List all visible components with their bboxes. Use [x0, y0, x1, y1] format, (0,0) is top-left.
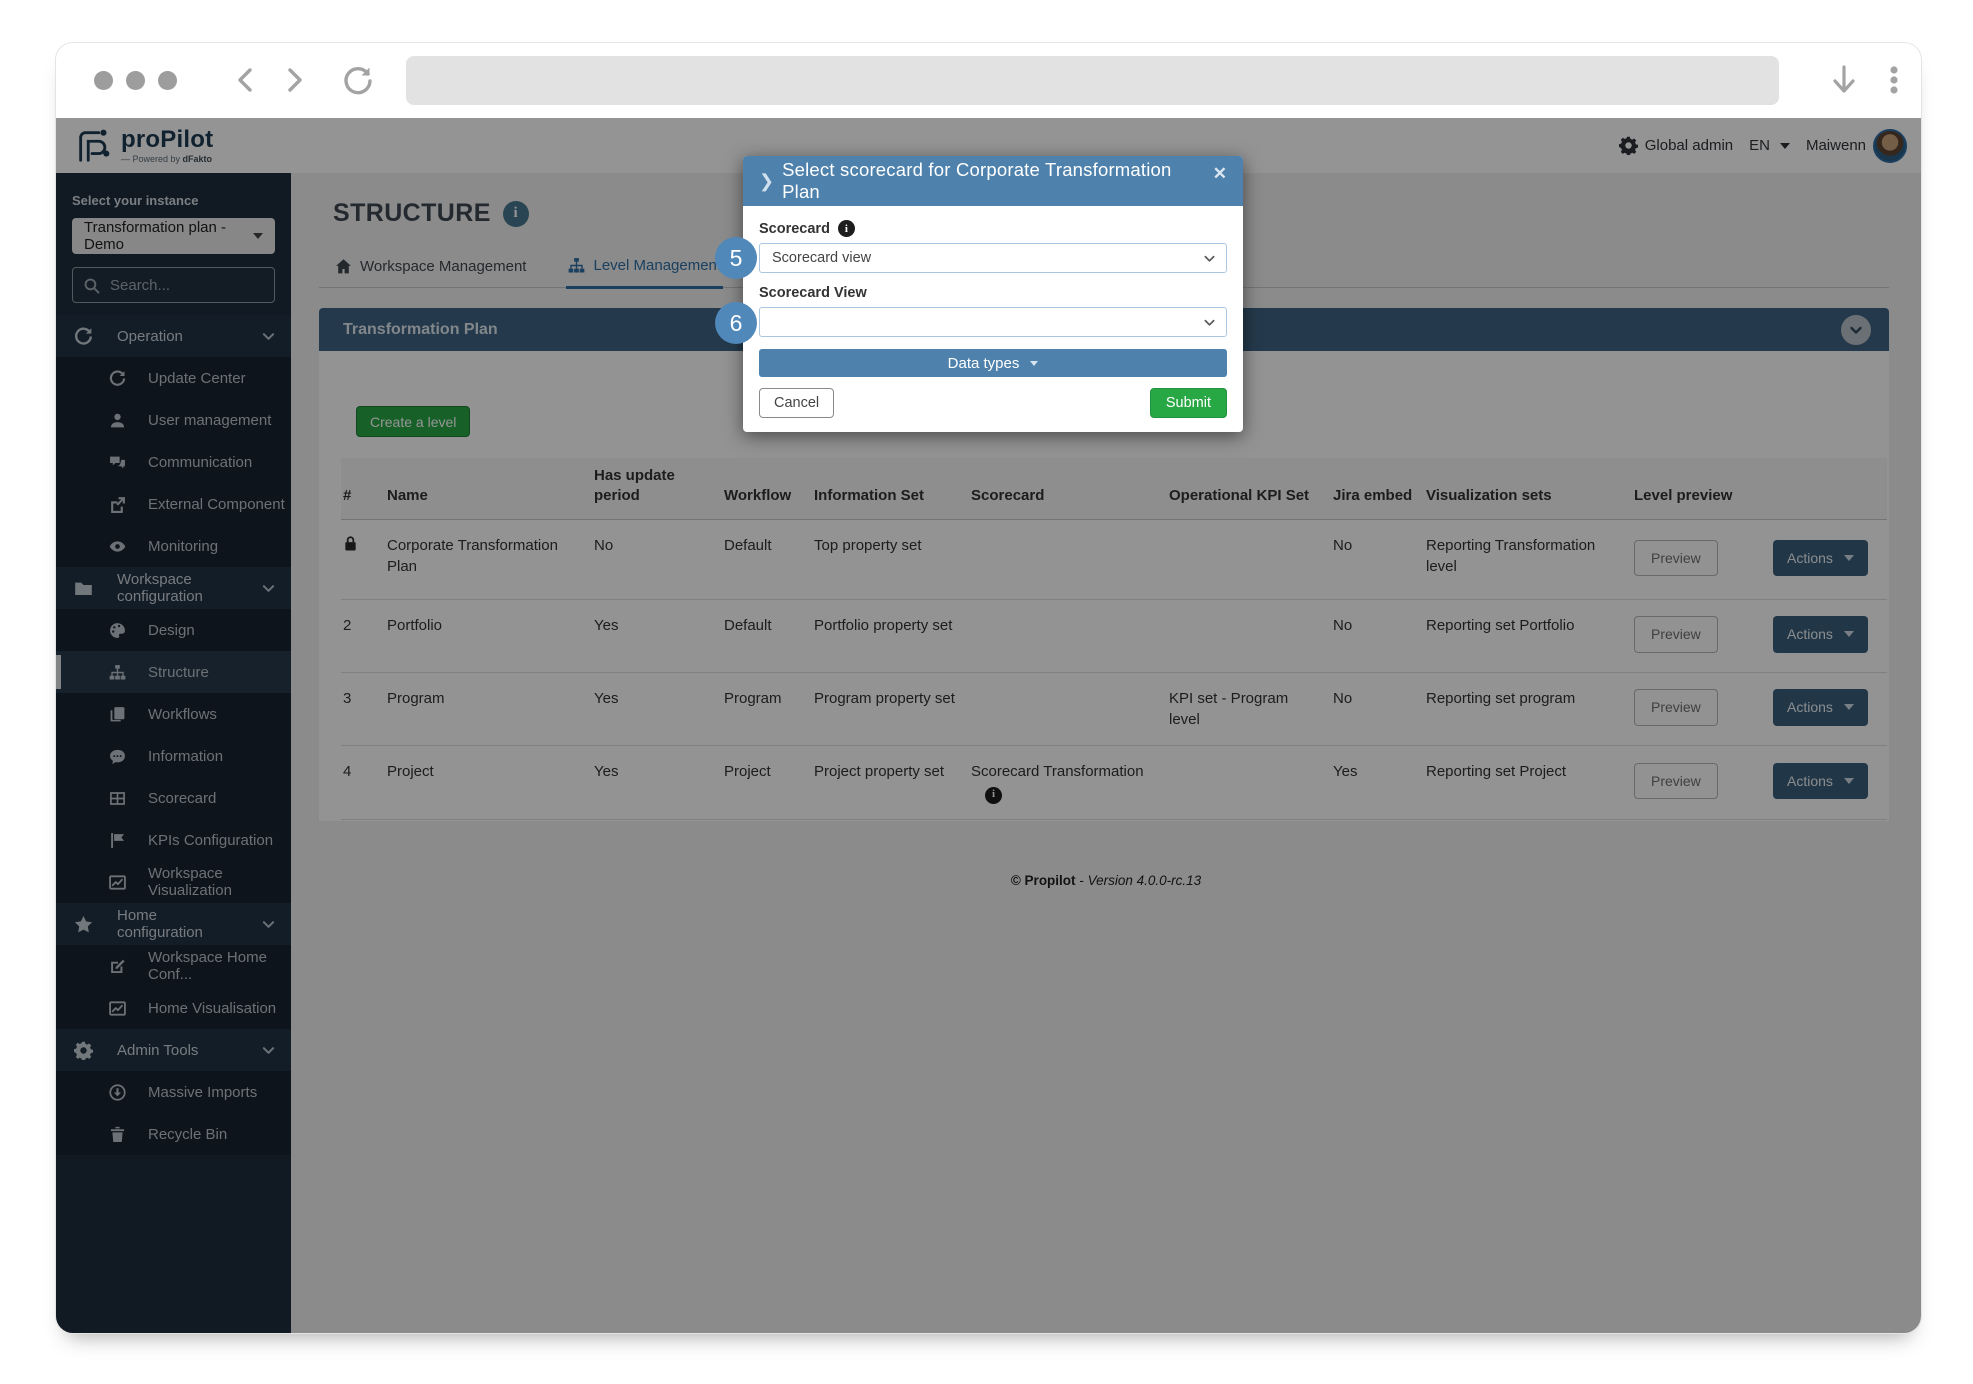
download-icon[interactable]	[1828, 63, 1860, 97]
browser-chrome	[56, 43, 1921, 118]
chevron-down-icon	[1203, 252, 1216, 265]
modal-header: ❯ Select scorecard for Corporate Transfo…	[743, 156, 1243, 206]
scorecard-view-label: Scorecard View	[759, 285, 1227, 301]
window-control-dot[interactable]	[158, 71, 177, 90]
close-icon[interactable]: ✕	[1205, 162, 1229, 190]
annotation-badge-5: 5	[715, 237, 757, 279]
chevron-down-icon	[1203, 316, 1216, 329]
select-scorecard-modal: 5 6 ❯ Select scorecard for Corporate Tra…	[743, 156, 1243, 432]
info-icon[interactable]: i	[838, 220, 855, 237]
refresh-icon[interactable]	[341, 64, 375, 98]
annotation-badge-6: 6	[715, 302, 757, 344]
back-icon[interactable]	[231, 65, 261, 95]
cancel-button[interactable]: Cancel	[759, 388, 834, 418]
chevron-right-icon: ❯	[759, 171, 774, 192]
forward-icon[interactable]	[279, 65, 309, 95]
window-control-dot[interactable]	[126, 71, 145, 90]
modal-title: Select scorecard for Corporate Transform…	[782, 159, 1205, 203]
submit-button[interactable]: Submit	[1150, 388, 1227, 418]
address-bar[interactable]	[406, 56, 1779, 105]
chevron-down-icon	[1030, 361, 1038, 366]
browser-window: proPilot — Powered by dFakto Global admi…	[55, 42, 1922, 1334]
scorecard-view-select[interactable]	[759, 307, 1227, 337]
page: proPilot — Powered by dFakto Global admi…	[0, 0, 1973, 1384]
window-controls[interactable]	[94, 71, 177, 90]
scorecard-select[interactable]: Scorecard view	[759, 243, 1227, 273]
kebab-menu-icon[interactable]	[1879, 63, 1909, 97]
window-control-dot[interactable]	[94, 71, 113, 90]
data-types-button[interactable]: Data types	[759, 349, 1227, 377]
scorecard-label: Scorecard i	[759, 220, 1227, 237]
